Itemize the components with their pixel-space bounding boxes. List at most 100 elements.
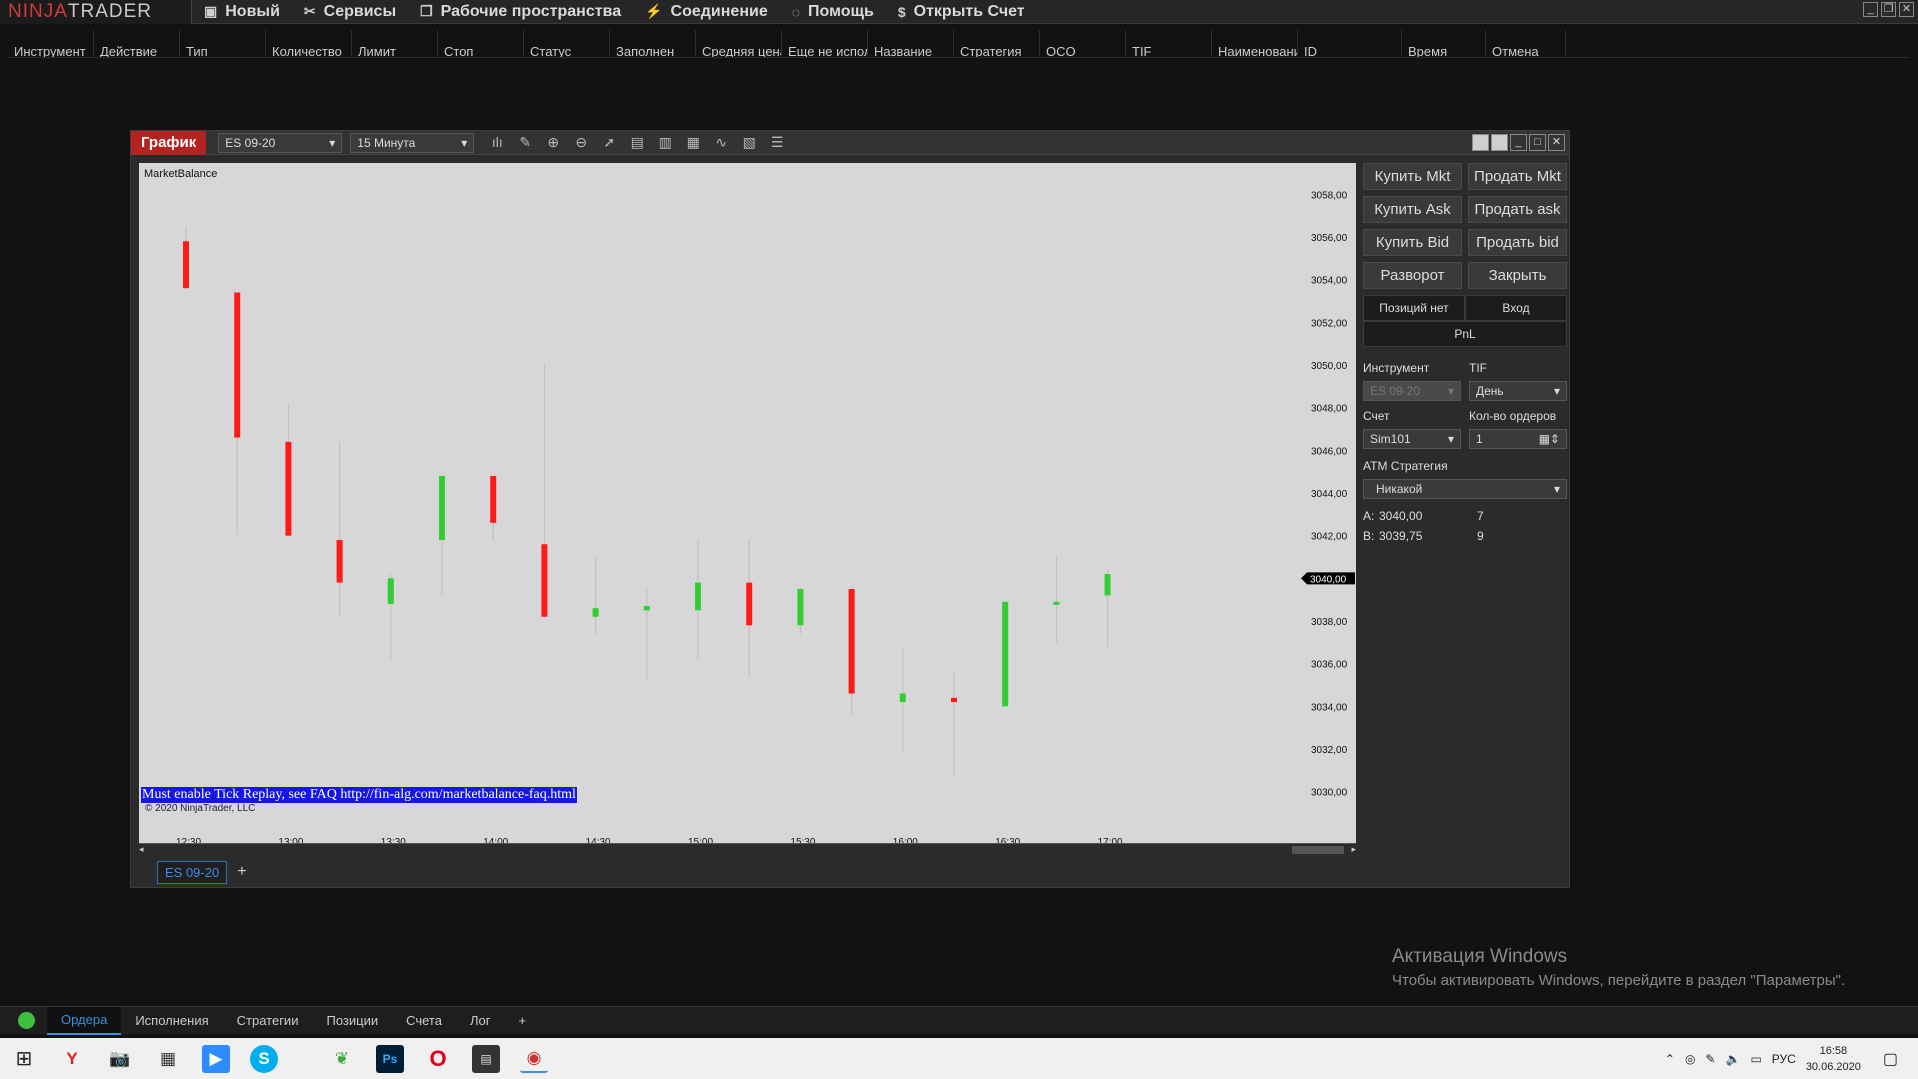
column-header[interactable]: Название — [868, 30, 954, 57]
leaf-app-icon[interactable]: ❦ — [328, 1045, 356, 1073]
chart-trader-icon[interactable]: ▥ — [656, 134, 674, 151]
tif-select[interactable]: День ▾ — [1469, 381, 1567, 401]
column-header[interactable]: Лимит — [352, 30, 438, 57]
chevron-up-icon[interactable]: ⌃ — [1665, 1052, 1675, 1066]
bottom-tab[interactable]: Исполнения — [121, 1007, 222, 1035]
column-header[interactable]: TIF — [1126, 30, 1212, 57]
interval-select[interactable]: 15 Минута ▾ — [350, 132, 475, 153]
panel-icon[interactable] — [1472, 134, 1489, 151]
add-tab-button[interactable]: + — [237, 863, 246, 881]
minimize-icon[interactable]: _ — [1510, 134, 1527, 151]
yandex-browser-icon[interactable]: Y — [58, 1045, 86, 1073]
bottom-tab[interactable]: Позиции — [312, 1007, 392, 1035]
maximize-icon[interactable]: □ — [1529, 134, 1546, 151]
pointer-icon[interactable]: ➚ — [600, 134, 618, 151]
column-header[interactable]: Действие — [94, 30, 180, 57]
buy-market-button[interactable]: Купить Mkt — [1363, 163, 1462, 190]
indicators-icon[interactable]: ▦ — [684, 134, 702, 151]
quantity-stepper[interactable]: 1 ▦⇕ — [1469, 429, 1567, 449]
zoom-app-icon[interactable]: ▶ — [202, 1044, 230, 1073]
atm-strategy-select[interactable]: Никакой ▾ — [1363, 479, 1567, 499]
properties-icon[interactable]: ▧ — [740, 134, 758, 151]
column-header[interactable]: Время — [1402, 30, 1486, 57]
skype-icon[interactable]: S — [250, 1044, 278, 1073]
windows-start-icon[interactable]: ⊞ — [10, 1045, 38, 1073]
restore-icon[interactable]: ❐ — [1881, 2, 1896, 17]
scroll-thumb[interactable] — [1292, 846, 1344, 854]
buy-bid-button[interactable]: Купить Bid — [1363, 229, 1462, 256]
sell-market-button[interactable]: Продать Mkt — [1468, 163, 1567, 190]
data-box-icon[interactable]: ▤ — [628, 134, 646, 151]
instrument-select[interactable]: ES 09-20 ▾ — [218, 132, 343, 153]
column-header[interactable]: Наименование с — [1212, 30, 1298, 57]
add-tab-button[interactable]: + — [504, 1007, 540, 1035]
column-header[interactable]: Тип — [180, 30, 266, 57]
close-icon[interactable]: ✕ — [1548, 134, 1565, 151]
close-icon[interactable]: ✕ — [1899, 2, 1914, 17]
panel2-icon[interactable] — [1491, 134, 1508, 151]
bottom-tab[interactable]: Счета — [392, 1007, 456, 1035]
menu-new[interactable]: ▣ Новый — [192, 0, 292, 24]
list-icon[interactable]: ☰ — [768, 134, 786, 151]
chart-plot-area[interactable]: 3058,00 3056,00 3054,00 3052,00 3050,00 3048,… — [139, 163, 1356, 833]
account-select[interactable]: Sim101 ▾ — [1363, 429, 1461, 449]
bottom-tab[interactable]: Стратегии — [223, 1007, 313, 1035]
sell-ask-button[interactable]: Продать ask — [1468, 196, 1567, 223]
chart-scrollbar[interactable]: ◂ ▸ — [139, 843, 1356, 855]
column-header[interactable]: Средняя цена — [696, 30, 782, 57]
column-header[interactable]: Стоп — [438, 30, 524, 57]
column-header[interactable]: Статус — [524, 30, 610, 57]
close-position-button[interactable]: Закрыть — [1468, 262, 1567, 289]
instrument-label: Инструмент — [1363, 361, 1430, 375]
menu-tools-label: Сервисы — [323, 2, 397, 20]
tif-select-value: День — [1476, 384, 1504, 398]
network-tray-icon[interactable]: ◎ — [1685, 1052, 1695, 1066]
opera-icon[interactable]: O — [424, 1045, 452, 1073]
menu-connection[interactable]: ⚡ Соединение — [633, 0, 780, 24]
candle-body — [592, 608, 599, 617]
ninjatrader-taskbar-icon[interactable]: ◉ — [520, 1045, 548, 1073]
volume-icon[interactable]: 🔈 — [1725, 1052, 1740, 1066]
bottom-tab[interactable]: Ордера — [47, 1006, 122, 1035]
menu-help[interactable]: ◌ Помощь — [780, 0, 886, 24]
calculator-icon[interactable]: ▦ — [154, 1045, 182, 1073]
notifications-icon[interactable]: ▢ — [1883, 1049, 1898, 1069]
minimize-icon[interactable]: _ — [1863, 2, 1878, 17]
reverse-button[interactable]: Разворот — [1363, 262, 1462, 289]
clock[interactable]: 16:58 30.06.2020 — [1806, 1043, 1861, 1075]
buy-ask-button[interactable]: Купить Ask — [1363, 196, 1462, 223]
camera-icon[interactable]: 📷 — [106, 1045, 134, 1073]
chart-tab[interactable]: ES 09-20 — [157, 860, 228, 884]
column-header[interactable]: OCO — [1040, 30, 1126, 57]
bottom-tab[interactable]: Лог — [456, 1007, 505, 1035]
menu-open-account[interactable]: $ Открыть Счет — [886, 0, 1037, 24]
chevron-down-icon: ▾ — [1553, 482, 1560, 496]
scroll-left-icon[interactable]: ◂ — [139, 844, 144, 855]
zoom-in-icon[interactable]: ⊕ — [544, 134, 562, 151]
price-tick-label: 3044,00 — [1311, 489, 1348, 500]
app-window-icon[interactable]: ▤ — [472, 1044, 500, 1073]
draw-pencil-icon[interactable]: ✎ — [516, 134, 534, 151]
account-label: Счет — [1363, 409, 1390, 423]
strategies-icon[interactable]: ∿ — [712, 134, 730, 151]
candle-body — [541, 544, 548, 617]
photoshop-icon[interactable]: Ps — [376, 1044, 404, 1073]
sell-bid-button[interactable]: Продать bid — [1468, 229, 1567, 256]
app-tray-icon[interactable]: ✎ — [1705, 1052, 1715, 1066]
bar-type-icon[interactable]: ılı — [488, 134, 506, 151]
column-header[interactable]: ID — [1298, 30, 1402, 57]
menu-workspaces[interactable]: ❐ Рабочие пространства — [408, 0, 633, 24]
scroll-right-icon[interactable]: ▸ — [1351, 844, 1356, 855]
column-header[interactable]: Отмена — [1486, 30, 1566, 57]
column-header[interactable]: Инструмент — [8, 30, 94, 57]
column-header[interactable]: Еще не исполнен — [782, 30, 868, 57]
menu-new-label: Новый — [225, 2, 280, 20]
column-header[interactable]: Количество — [266, 30, 352, 57]
network-icon[interactable]: ▭ — [1750, 1052, 1761, 1066]
column-header[interactable]: Стратегия — [954, 30, 1040, 57]
language-indicator[interactable]: РУС — [1772, 1052, 1796, 1066]
calculator-spin-icon[interactable]: ▦⇕ — [1539, 432, 1560, 446]
zoom-out-icon[interactable]: ⊖ — [572, 134, 590, 151]
menu-tools[interactable]: ✂ Сервисы — [292, 0, 408, 24]
column-header[interactable]: Заполнен — [610, 30, 696, 57]
